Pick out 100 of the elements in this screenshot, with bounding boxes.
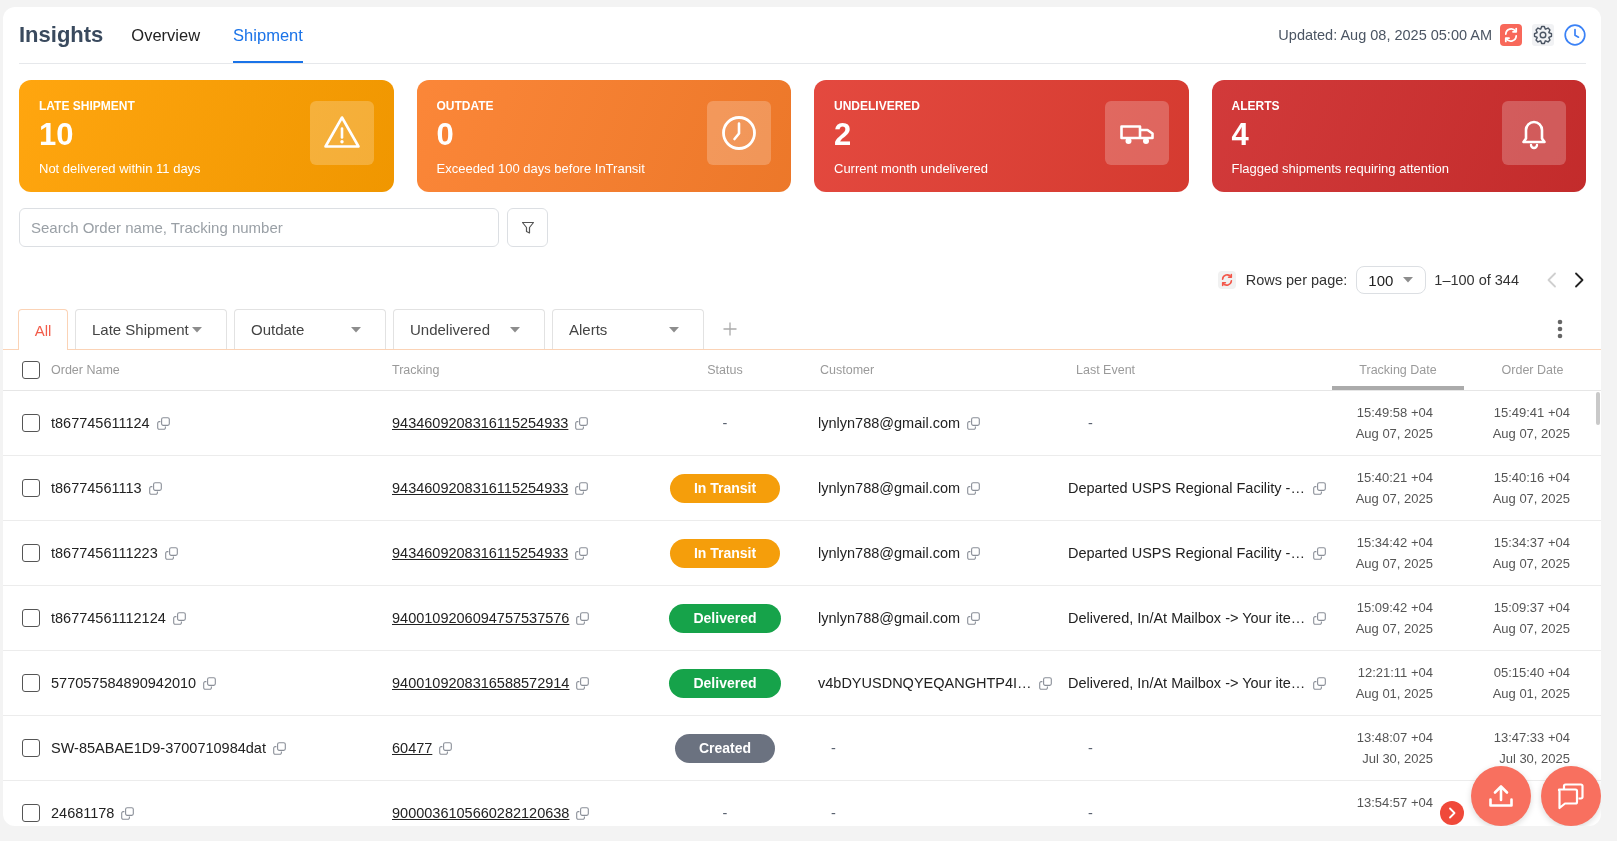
status-text: - [722, 805, 728, 821]
tracking-date: 15:40:21 +04 Aug 07, 2025 [1355, 469, 1433, 508]
status-badge: Delivered [669, 668, 781, 698]
tracking-link[interactable]: 9434609208316115254933 [392, 480, 569, 496]
order-name: SW-85ABAE1D9-3700710984dat [51, 740, 266, 756]
card-value: 4 [1231, 117, 1250, 153]
order-name: 24681178 [51, 805, 115, 821]
order-date: 15:49:41 +04 Aug 07, 2025 [1492, 404, 1570, 443]
copy-icon[interactable] [164, 546, 178, 560]
copy-icon[interactable] [576, 676, 590, 690]
caret-icon [351, 326, 361, 333]
order-name: 577057584890942010 [51, 675, 197, 691]
copy-icon[interactable] [172, 611, 186, 625]
card-value: 10 [39, 117, 75, 153]
copy-icon[interactable] [967, 611, 981, 625]
copy-icon[interactable] [1313, 611, 1327, 625]
card-label: OUTDATE [436, 99, 495, 113]
clock-icon [707, 101, 771, 165]
status-badge: Delivered [669, 603, 781, 633]
customer-text: - [831, 740, 836, 756]
copy-icon[interactable] [576, 611, 590, 625]
tracking-link[interactable]: 9000036105660282120638 [392, 805, 570, 821]
copy-icon[interactable] [967, 481, 981, 495]
rows-per-page-label: Rows per page: [1245, 272, 1348, 288]
checkbox[interactable] [22, 414, 40, 432]
plus-icon[interactable] [723, 322, 737, 336]
chevron-right-icon[interactable] [1572, 272, 1586, 288]
card-label: ALERTS [1231, 99, 1281, 113]
upload-icon [1487, 782, 1515, 810]
filter-tab[interactable]: Undelivered [393, 309, 545, 349]
copy-icon[interactable] [156, 416, 170, 430]
filter-tab[interactable]: Alerts [552, 309, 704, 349]
caret-icon [192, 326, 202, 333]
caret-icon [669, 326, 679, 333]
search-field[interactable]: Search Order name, Tracking number [19, 208, 499, 247]
nav-tab[interactable]: Overview [131, 7, 201, 63]
customer-text: lynlyn788@gmail.com [818, 545, 961, 561]
scrollbar-thumb[interactable] [1596, 392, 1600, 425]
card-value: 0 [436, 117, 455, 153]
tracking-link[interactable]: 9434609208316115254933 [392, 415, 569, 431]
status-badge: In Transit [669, 473, 781, 503]
copy-icon[interactable] [575, 416, 589, 430]
copy-icon[interactable] [576, 806, 590, 820]
copy-icon[interactable] [439, 741, 453, 755]
refresh-icon[interactable] [1500, 24, 1522, 46]
page-title: Insights [19, 22, 104, 48]
copy-icon[interactable] [1313, 676, 1327, 690]
last-event-text: Delivered, In/At Mailbox -> Your ite… [1068, 610, 1306, 626]
customer-text: - [831, 805, 836, 821]
copy-icon[interactable] [1312, 546, 1326, 560]
card-description: Current month undelivered [834, 161, 988, 177]
copy-icon[interactable] [148, 481, 162, 495]
checkbox[interactable] [22, 361, 40, 379]
nav-tab[interactable]: Shipment [233, 7, 303, 63]
copy-icon[interactable] [272, 741, 286, 755]
upload-button[interactable] [1471, 766, 1531, 826]
filter-tab[interactable]: Outdate [234, 309, 386, 349]
customer-text: lynlyn788@gmail.com [818, 415, 961, 431]
checkbox[interactable] [22, 544, 40, 562]
customer-text: lynlyn788@gmail.com [818, 610, 961, 626]
refresh-icon[interactable] [1217, 271, 1236, 289]
copy-icon[interactable] [967, 416, 981, 430]
chat-button[interactable] [1541, 766, 1601, 826]
more-icon[interactable] [1557, 319, 1563, 339]
order-name: t86774561112124 [51, 610, 166, 626]
tracking-link[interactable]: 9400109208316588572914 [392, 675, 570, 691]
clock-icon[interactable] [1564, 24, 1586, 46]
copy-icon[interactable] [575, 546, 589, 560]
checkbox[interactable] [22, 804, 40, 822]
rows-per-page-select[interactable]: 100 [1356, 266, 1427, 294]
copy-icon[interactable] [967, 546, 981, 560]
checkbox[interactable] [22, 739, 40, 757]
tracking-link[interactable]: 9434609208316115254933 [392, 545, 569, 561]
tracking-link[interactable]: 9400109206094757537576 [392, 610, 570, 626]
tracking-date: 12:21:11 +04 Aug 01, 2025 [1355, 664, 1433, 703]
truck-icon [1104, 101, 1169, 165]
bell-icon [1502, 101, 1566, 165]
tracking-link[interactable]: 60477 [392, 740, 433, 756]
copy-icon[interactable] [121, 806, 135, 820]
settings-icon[interactable] [1532, 24, 1554, 46]
order-date: 15:34:37 +04 Aug 07, 2025 [1492, 534, 1570, 573]
copy-icon[interactable] [203, 676, 217, 690]
copy-icon[interactable] [1038, 676, 1052, 690]
copy-icon[interactable] [575, 481, 589, 495]
filter-tab[interactable]: Late Shipment [75, 309, 227, 349]
checkbox[interactable] [22, 479, 40, 497]
updated-text: Updated: Aug 08, 2025 05:00 AM [1278, 27, 1492, 43]
funnel-icon [519, 219, 536, 236]
checkbox[interactable] [22, 674, 40, 692]
chat-icon [1556, 782, 1586, 810]
tracking-date: 15:09:42 +04 Aug 07, 2025 [1355, 599, 1433, 638]
last-event-text: Delivered, In/At Mailbox -> Your ite… [1068, 675, 1306, 691]
checkbox[interactable] [22, 609, 40, 627]
filter-button[interactable] [507, 208, 548, 247]
tracking-date: 13:54:57 +04 [1356, 794, 1433, 812]
tracking-date: 15:34:42 +04 Aug 07, 2025 [1355, 534, 1433, 573]
copy-icon[interactable] [1312, 481, 1326, 495]
customer-text: v4bDYUSDNQYEQANGHTP4I… [818, 675, 1032, 691]
card-label: LATE SHIPMENT [39, 99, 136, 113]
last-event-text: Departed USPS Regional Facility -… [1068, 480, 1305, 496]
